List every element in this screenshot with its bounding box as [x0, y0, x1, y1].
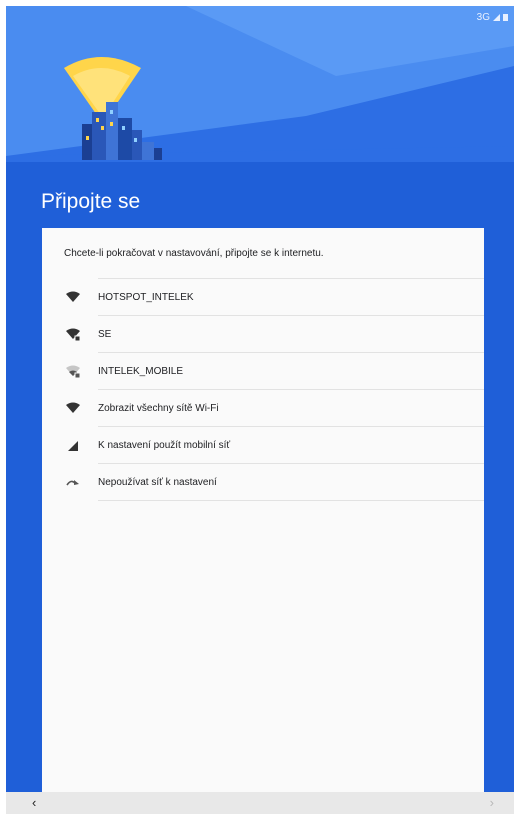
- battery-icon: [503, 14, 508, 21]
- signal-icon: [493, 14, 500, 21]
- network-item-label: INTELEK_MOBILE: [98, 365, 184, 377]
- use-mobile-network[interactable]: K nastavení použít mobilní síť: [68, 426, 484, 463]
- wifi-icon: [66, 291, 80, 302]
- network-card: Chcete-li pokračovat v nastavování, přip…: [42, 228, 484, 814]
- wifi-icon: [66, 402, 80, 413]
- network-item-label: HOTSPOT_INTELEK: [98, 291, 194, 303]
- cellular-signal-icon: [68, 441, 78, 451]
- setup-screen: 3G Připojte se Chcete-li pokračovat v na…: [6, 6, 514, 814]
- page-title: Připojte se: [41, 190, 141, 213]
- skip-arrow-icon: [66, 480, 79, 486]
- network-item-intelek-mobile[interactable]: INTELEK_MOBILE: [66, 352, 484, 389]
- wifi-weak-locked-icon: [66, 365, 80, 378]
- network-type-label: 3G: [476, 12, 490, 23]
- back-button[interactable]: ‹: [32, 795, 36, 810]
- skip-network-setup[interactable]: Nepoužívat síť k nastavení: [66, 463, 484, 501]
- intro-text: Chcete-li pokračovat v nastavování, přip…: [64, 248, 324, 259]
- network-item-label: Nepoužívat síť k nastavení: [98, 476, 217, 488]
- city-wifi-illustration: [6, 6, 514, 162]
- network-item-hotspot-intelek[interactable]: HOTSPOT_INTELEK: [66, 278, 484, 315]
- network-item-label: K nastavení použít mobilní síť: [98, 439, 231, 451]
- network-item-label: SE: [98, 328, 112, 340]
- next-button[interactable]: ›: [490, 795, 494, 810]
- wifi-locked-icon: [66, 328, 80, 341]
- header-illustration: 3G: [6, 6, 514, 162]
- network-list: HOTSPOT_INTELEK SE INTELEK_MOBILE Zobraz…: [42, 278, 484, 501]
- network-item-se[interactable]: SE: [66, 315, 484, 352]
- network-item-label: Zobrazit všechny sítě Wi-Fi: [98, 402, 219, 414]
- show-all-wifi-networks[interactable]: Zobrazit všechny sítě Wi-Fi: [66, 389, 484, 426]
- bottom-nav-bar: ‹ ›: [6, 792, 514, 814]
- status-bar: 3G: [477, 12, 508, 23]
